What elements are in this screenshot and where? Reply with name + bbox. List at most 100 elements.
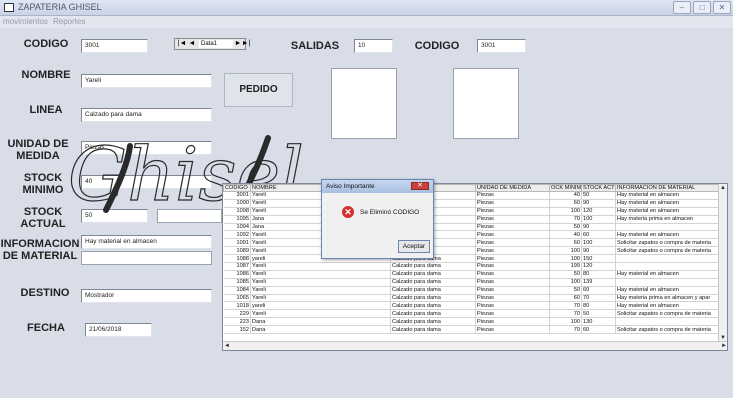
dialog-ok-button[interactable]: Aceptar bbox=[398, 240, 430, 253]
table-cell: 150 bbox=[581, 254, 616, 264]
table-cell: 120 bbox=[581, 207, 616, 216]
table-cell: 60 bbox=[549, 199, 582, 208]
stock-extra-field[interactable] bbox=[157, 209, 222, 223]
stock-actual-field[interactable]: 50 bbox=[81, 209, 148, 223]
linea-field[interactable]: Calzado para dama bbox=[81, 108, 212, 122]
nav-first-button[interactable]: |◄ bbox=[177, 39, 187, 49]
fecha-label: FECHA bbox=[27, 322, 65, 334]
image-box-left bbox=[331, 68, 397, 139]
table-cell: 50 bbox=[549, 286, 582, 295]
table-row[interactable]: 1089YareliaPiezas10090Solicitar zapatos … bbox=[223, 246, 720, 256]
table-cell bbox=[615, 254, 720, 264]
table-cell: Piezas bbox=[475, 223, 550, 232]
table-cell: 199 bbox=[549, 262, 582, 271]
table-row[interactable]: 152 Dana Calzado para dama Piezas 70 60 Solici… bbox=[223, 325, 720, 335]
stock-minimo-field[interactable]: 40 bbox=[81, 175, 212, 189]
nombre-field[interactable]: Yareli bbox=[81, 74, 212, 88]
maximize-button[interactable]: □ bbox=[693, 1, 711, 14]
close-button[interactable]: ✕ bbox=[713, 1, 731, 14]
table-cell: Hay material en almacen bbox=[615, 191, 720, 200]
aviso-dialog: Aviso Importante ✕ ✕ Se Eliminó CODIGO A… bbox=[321, 179, 434, 259]
salidas-codigo-field[interactable]: 3001 bbox=[477, 39, 526, 53]
table-cell: Solicitar zapatos o compra de materia bbox=[615, 246, 720, 256]
minimize-button[interactable]: – bbox=[673, 1, 691, 14]
salidas-field[interactable]: 10 bbox=[354, 39, 393, 53]
table-cell: 40 bbox=[549, 191, 582, 200]
unidad-label-line1: UNIDAD DE bbox=[7, 138, 69, 150]
table-cell: Hay material en almacen bbox=[615, 270, 720, 279]
table-cell: 100 bbox=[549, 254, 582, 264]
table-cell: Piezas bbox=[475, 215, 550, 224]
grid-column-header[interactable]: STOCK ACT bbox=[581, 184, 616, 192]
table-cell: 3001 bbox=[223, 191, 251, 200]
menu-movimientos[interactable]: movimientos bbox=[3, 17, 48, 26]
table-cell: Piezas bbox=[475, 191, 550, 200]
codigo-label: CODIGO bbox=[23, 38, 69, 50]
table-cell bbox=[615, 317, 720, 327]
table-cell: 50 bbox=[581, 191, 616, 200]
dialog-close-button[interactable]: ✕ bbox=[411, 182, 429, 190]
table-cell: 1095 bbox=[223, 215, 251, 224]
grid-horizontal-scrollbar[interactable]: ◄ ► bbox=[223, 341, 727, 350]
table-row[interactable]: 1086 Yareli Calzado para dama Piezas 50 80 Hay… bbox=[223, 270, 720, 279]
table-cell: 40 bbox=[549, 230, 582, 240]
table-row[interactable]: 1090YareliaPiezas6090Hay material en alm… bbox=[223, 199, 720, 208]
table-cell: 1084 bbox=[223, 286, 251, 295]
table-cell: Calzado para dama bbox=[390, 301, 476, 311]
dialog-title: Aviso Importante bbox=[326, 183, 375, 190]
destino-field[interactable]: Mostrador bbox=[81, 289, 212, 303]
scroll-right-arrow-icon[interactable]: ► bbox=[720, 342, 727, 350]
table-row[interactable]: 1091YareliaPiezas60100Solicitar zapatos … bbox=[223, 238, 720, 248]
nav-last-button[interactable]: ►| bbox=[241, 39, 251, 49]
linea-label: LINEA bbox=[29, 104, 63, 116]
table-cell: Piezas bbox=[475, 278, 550, 287]
table-row[interactable]: 3001YareliaPiezas4050Hay material en alm… bbox=[223, 191, 720, 200]
table-cell bbox=[615, 278, 720, 287]
table-row[interactable]: 1018 yareli Calzado para dama Piezas 70 80 Hay… bbox=[223, 301, 720, 311]
table-cell: Calzado para dama bbox=[390, 286, 476, 295]
table-cell: 50 bbox=[549, 223, 582, 232]
materials-grid[interactable]: CODIGONOMBREUNIDAD DE MEDIDAOCK MINIMOST… bbox=[222, 183, 728, 351]
table-row[interactable]: 1088yareliCalzado para damaPiezas100150 bbox=[223, 254, 720, 264]
table-cell: 60 bbox=[549, 294, 582, 303]
unidad-field[interactable]: Piezas bbox=[81, 141, 212, 155]
informacion-field[interactable]: Hay material en almacen bbox=[81, 235, 212, 249]
table-cell: Calzado para dama bbox=[390, 309, 476, 319]
grid-column-header[interactable]: UNIDAD DE MEDIDA bbox=[475, 184, 550, 192]
table-cell: Piezas bbox=[475, 262, 550, 271]
table-row[interactable]: 1098YareliaPiezas100120Hay material en a… bbox=[223, 207, 720, 216]
table-row[interactable]: 1085 Yareli Calzado para dama Piezas 100 139 bbox=[223, 278, 720, 287]
salidas-label: SALIDAS bbox=[290, 40, 340, 52]
scroll-left-arrow-icon[interactable]: ◄ bbox=[223, 342, 231, 350]
grid-vertical-scrollbar[interactable]: ▲ ▼ bbox=[718, 184, 727, 342]
fecha-field[interactable]: 21/06/2018 bbox=[85, 323, 152, 337]
table-cell: 100 bbox=[549, 278, 582, 287]
table-cell: 100 bbox=[549, 246, 582, 256]
table-row[interactable]: 1094JanaaPiezas5090 bbox=[223, 223, 720, 232]
nav-prev-button[interactable]: ◄ bbox=[187, 39, 197, 49]
table-cell: Hay materia prima en almacen y apar bbox=[615, 294, 720, 303]
grid-column-header[interactable]: CODIGO bbox=[223, 184, 251, 192]
grid-column-header[interactable]: OCK MINIMO bbox=[549, 184, 582, 192]
table-row[interactable]: 1092YareliaPiezas4060Hay material en alm… bbox=[223, 230, 720, 240]
table-cell: Piezas bbox=[475, 207, 550, 216]
table-row[interactable]: 1095JanaaPiezas70100Hay materia prima en… bbox=[223, 215, 720, 224]
scroll-up-arrow-icon[interactable]: ▲ bbox=[719, 184, 727, 192]
table-row[interactable]: 1084 Yareli Calzado para dama Piezas 50 60 Hay… bbox=[223, 286, 720, 295]
codigo-field[interactable]: 3001 bbox=[81, 39, 148, 53]
table-row[interactable]: 1087 Yareli Calzado para dama Piezas 199 120 bbox=[223, 262, 720, 271]
table-row[interactable]: 229 Yareli Calzado para dama Piezas 70 50 Soli… bbox=[223, 309, 720, 319]
informacion-field-extra[interactable] bbox=[81, 251, 212, 265]
title-bar: ZAPATERIA GHISEL – □ ✕ bbox=[0, 0, 733, 16]
table-cell: Yareli bbox=[250, 294, 391, 303]
table-cell: Yareli bbox=[250, 286, 391, 295]
table-cell: 60 bbox=[581, 230, 616, 240]
info-label-line2: DE MATERIAL bbox=[2, 250, 78, 262]
table-cell: 1088 bbox=[223, 254, 251, 264]
table-row[interactable]: 223 Dana Calzado para dama Piezas 100 130 bbox=[223, 317, 720, 327]
grid-column-header[interactable]: INFORMACION DE MATERIAL bbox=[615, 184, 720, 192]
table-row[interactable]: 1065 Yareli Calzado para dama Piezas 60 70 Hay… bbox=[223, 294, 720, 303]
menu-bar: movimientos Reportes bbox=[0, 16, 733, 28]
menu-reportes[interactable]: Reportes bbox=[53, 17, 85, 26]
pedido-button[interactable]: PEDIDO bbox=[224, 73, 293, 107]
